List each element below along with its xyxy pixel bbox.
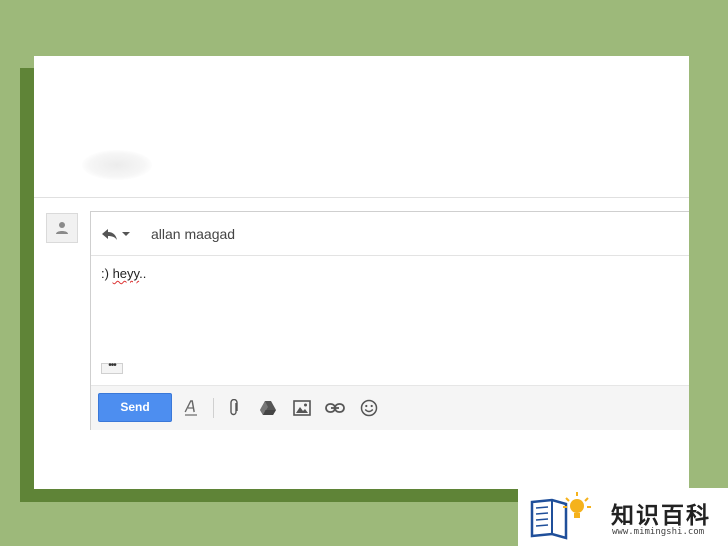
toolbar-separator: [213, 398, 214, 418]
blurred-content: [82, 150, 152, 180]
recipient-name[interactable]: allan maagad: [151, 226, 235, 242]
link-icon[interactable]: [325, 398, 345, 418]
brand-name: 知识百科: [611, 503, 711, 529]
attach-icon[interactable]: [224, 398, 244, 418]
show-trimmed-content-button[interactable]: •••: [101, 361, 123, 374]
avatar: [46, 213, 78, 243]
book-lightbulb-icon: [530, 492, 591, 540]
message-body[interactable]: :) heyy..: [101, 266, 146, 281]
body-prefix: :): [101, 266, 109, 281]
reply-compose-box: allan maagad :) heyy.. ••• Send: [90, 211, 689, 430]
reply-type-dropdown[interactable]: [101, 227, 131, 241]
drive-icon[interactable]: [258, 398, 278, 418]
format-text-icon[interactable]: [181, 398, 201, 418]
send-button[interactable]: Send: [98, 393, 172, 422]
misspelled-word: heyy: [112, 266, 140, 281]
watermark-logo: 知识百科 www.mimingshi.com: [518, 488, 728, 546]
person-icon: [56, 222, 68, 234]
chevron-down-icon: [122, 231, 130, 236]
email-panel: allan maagad :) heyy.. ••• Send: [34, 56, 689, 489]
brand-url: www.mimingshi.com: [612, 527, 705, 537]
emoji-icon[interactable]: [359, 398, 379, 418]
compose-header: allan maagad: [91, 212, 689, 256]
insert-photo-icon[interactable]: [292, 398, 312, 418]
reply-arrow-icon: [102, 228, 117, 240]
body-suffix: ..: [139, 266, 147, 281]
thread-divider: [34, 197, 689, 198]
compose-toolbar: Send: [91, 385, 689, 430]
